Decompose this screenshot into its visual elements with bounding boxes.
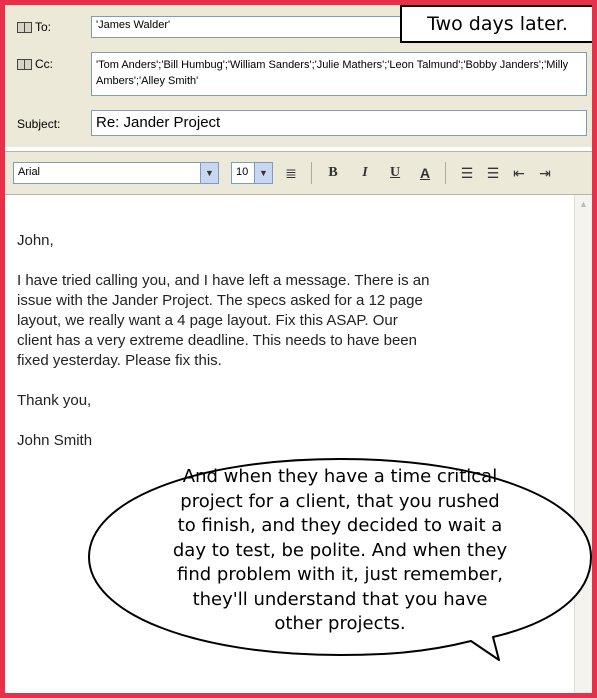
bubble-line: project for a client, that you rushed — [180, 490, 500, 512]
caption-box: Two days later. — [400, 5, 592, 43]
cc-label: Cc: — [35, 57, 53, 71]
bubble-line: day to test, be polite. And when they — [172, 539, 508, 561]
numbered-list-icon[interactable]: ☰ — [457, 163, 477, 183]
message-line: issue with the Jander Project. The specs… — [17, 292, 423, 309]
font-size-select[interactable]: 10 ▼ — [231, 162, 273, 184]
increase-indent-icon[interactable]: ⇥ — [535, 163, 555, 183]
paragraph-style-icon[interactable]: ≣ — [281, 163, 301, 183]
bubble-text: And when they have a time critical proje… — [123, 465, 557, 637]
address-book-icon — [17, 21, 32, 33]
toolbar-separator — [311, 162, 312, 184]
font-color-button[interactable]: A — [415, 163, 435, 183]
message-line: client has a very extreme deadline. This… — [17, 332, 417, 349]
message-signature: John Smith — [17, 432, 93, 449]
to-label: To: — [35, 20, 52, 34]
message-line: fixed yesterday. Please fix this. — [17, 352, 222, 369]
toolbar-separator — [445, 162, 446, 184]
font-value: Arial — [18, 166, 41, 178]
message-closing: Thank you, — [17, 392, 92, 409]
bubble-line: they'll understand that you have — [192, 588, 488, 610]
chevron-down-icon: ▼ — [254, 163, 272, 183]
bubble-line: to finish, and they decided to wait a — [177, 515, 503, 536]
formatting-toolbar: Arial ▼ 10 ▼ ≣ B I U A ☰ ☰ ⇤ ⇥ — [5, 151, 592, 195]
to-button[interactable]: To: — [17, 20, 51, 34]
bubble-line: other projects. — [274, 613, 406, 634]
bold-button[interactable]: B — [323, 163, 343, 183]
font-select[interactable]: Arial ▼ — [13, 162, 219, 184]
font-size-value: 10 — [236, 166, 249, 178]
chevron-down-icon: ▼ — [200, 163, 218, 183]
message-line: layout, we really want a 4 page layout. … — [17, 312, 398, 329]
bubble-line: And when they have a time critical — [182, 466, 498, 487]
message-greeting: John, — [17, 232, 54, 249]
bubble-line: find problem with it, just remember, — [177, 564, 503, 585]
speech-bubble: And when they have a time critical proje… — [83, 455, 592, 661]
cc-button[interactable]: Cc: — [17, 57, 53, 71]
subject-field[interactable]: Re: Jander Project — [91, 110, 587, 136]
to-field[interactable]: 'James Walder' — [91, 16, 403, 38]
bulleted-list-icon[interactable]: ☰ — [483, 163, 503, 183]
screenshot-frame: To: 'James Walder' Cc: 'Tom Anders';'Bil… — [0, 0, 597, 698]
italic-button[interactable]: I — [355, 163, 375, 183]
subject-label-text: Subject: — [17, 117, 61, 131]
address-book-icon — [17, 58, 32, 70]
message-line: I have tried calling you, and I have lef… — [17, 272, 430, 289]
subject-label: Subject: — [17, 117, 60, 131]
decrease-indent-icon[interactable]: ⇤ — [509, 163, 529, 183]
underline-button[interactable]: U — [385, 163, 405, 183]
scroll-up-icon[interactable]: ▲ — [576, 197, 591, 212]
cc-field[interactable]: 'Tom Anders';'Bill Humbug';'William Sand… — [91, 52, 587, 96]
